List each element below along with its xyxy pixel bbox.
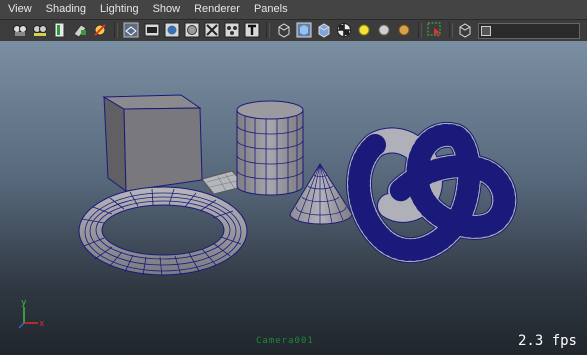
- checker-icon[interactable]: [336, 22, 352, 38]
- cylinder-object[interactable]: [236, 100, 304, 196]
- view-axis-indicator: y x: [18, 298, 45, 329]
- flat-shade-icon[interactable]: [316, 22, 332, 38]
- scene-canvas[interactable]: [0, 41, 587, 355]
- film-gate-icon[interactable]: [144, 22, 160, 38]
- cube-object[interactable]: [102, 94, 203, 192]
- y-axis-label: y: [21, 298, 27, 308]
- torus-object[interactable]: [78, 186, 248, 277]
- panel-menubar: View Shading Lighting Show Renderer Pane…: [0, 0, 587, 19]
- gate-mask-icon[interactable]: [184, 22, 200, 38]
- toolbar-separator: [114, 23, 118, 38]
- menu-show[interactable]: Show: [145, 0, 187, 19]
- resolution-gate-icon[interactable]: [164, 22, 180, 38]
- wireframe-icon[interactable]: [276, 22, 292, 38]
- slider-handle[interactable]: [481, 26, 491, 36]
- selected-lights-icon[interactable]: [396, 22, 412, 38]
- menu-renderer[interactable]: Renderer: [186, 0, 246, 19]
- panel-toolbar: [0, 19, 587, 43]
- grid-icon[interactable]: [123, 22, 139, 38]
- camera-select-icon[interactable]: [12, 22, 28, 38]
- safe-title-icon[interactable]: [244, 22, 260, 38]
- resolution-slider-icon[interactable]: [478, 23, 580, 39]
- smooth-shade-icon[interactable]: [296, 22, 312, 38]
- field-chart-icon[interactable]: [204, 22, 220, 38]
- maya-viewport-panel: View Shading Lighting Show Renderer Pane…: [0, 0, 587, 355]
- z-axis-line: [18, 322, 25, 329]
- all-lights-icon[interactable]: [376, 22, 392, 38]
- toolbar-separator: [449, 23, 453, 38]
- 3d-viewport[interactable]: y x Camera001 2.3 fps: [0, 41, 587, 355]
- toolbar-separator: [418, 23, 422, 38]
- xray-icon[interactable]: [457, 22, 473, 38]
- menu-view[interactable]: View: [0, 0, 38, 19]
- menu-shading[interactable]: Shading: [38, 0, 92, 19]
- isolate-select-icon[interactable]: [427, 22, 443, 38]
- image-plane-icon[interactable]: [72, 22, 88, 38]
- camera-attributes-icon[interactable]: [32, 22, 48, 38]
- toolbar-separator: [266, 23, 270, 38]
- x-axis-label: x: [39, 319, 45, 329]
- camera-name-label: Camera001: [256, 336, 314, 346]
- 2d-pan-zoom-icon[interactable]: [92, 22, 108, 38]
- torus-knot-object[interactable]: [346, 121, 518, 263]
- safe-action-icon[interactable]: [224, 22, 240, 38]
- bookmark-icon[interactable]: [52, 22, 68, 38]
- fps-readout: 2.3 fps: [517, 333, 577, 349]
- menu-lighting[interactable]: Lighting: [92, 0, 145, 19]
- default-light-icon[interactable]: [356, 22, 372, 38]
- menu-panels[interactable]: Panels: [246, 0, 294, 19]
